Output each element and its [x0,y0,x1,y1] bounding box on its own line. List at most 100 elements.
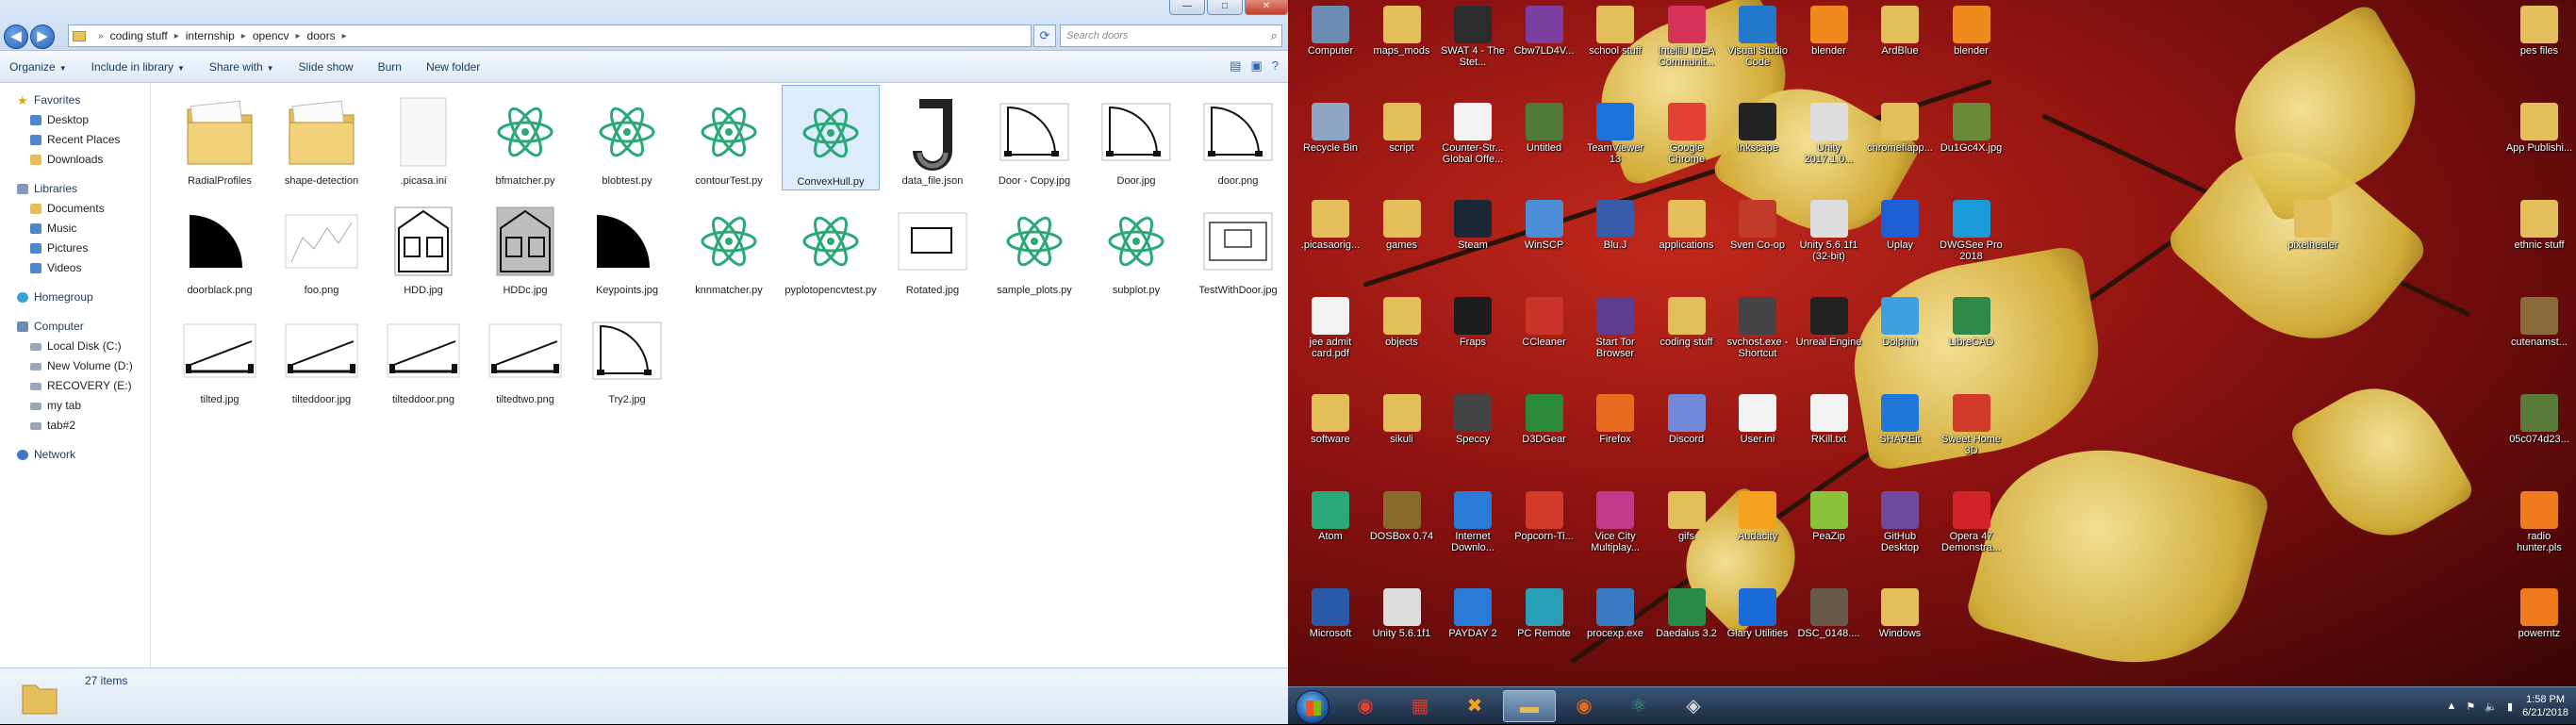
desktop-icon[interactable]: ethnic stuff [2504,200,2574,251]
file-item[interactable]: contourTest.py [680,85,778,190]
desktop-icon[interactable]: DSC_0148.... [1794,588,1864,639]
desktop-icon[interactable]: Popcorn-Ti... [1510,491,1579,542]
desktop-icon[interactable]: Discord [1652,394,1722,445]
desktop-icon[interactable]: Blu.J [1580,200,1650,251]
tool-icon[interactable]: ✖ [1448,690,1501,722]
minimize-button[interactable]: — [1169,0,1205,15]
desktop-icon[interactable]: Speccy [1438,394,1508,445]
desktop-icon[interactable]: CCleaner [1510,297,1579,348]
desktop-icon[interactable]: procexp.exe [1580,588,1650,639]
preview-pane-icon[interactable]: ▣ [1250,58,1262,74]
refresh-button[interactable]: ⟳ [1033,25,1056,47]
desktop-icon[interactable]: D3DGear [1510,394,1579,445]
slide-show-button[interactable]: Slide show [299,60,354,74]
file-item[interactable]: doorblack.png [171,194,269,300]
desktop-icon[interactable]: Vice City Multiplay... [1580,491,1650,553]
sidebar-item-documents[interactable]: Documents [0,199,150,219]
desktop-icon[interactable]: Start Tor Browser [1580,297,1650,359]
breadcrumb-item[interactable]: internship ▸ [186,29,253,42]
file-item[interactable]: bfmatcher.py [476,85,574,190]
desktop-icon[interactable]: LibreCAD [1937,297,2006,348]
sidebar-item-tab-2[interactable]: tab#2 [0,416,150,436]
desktop-icon[interactable]: Google Chrome [1652,103,1722,165]
desktop-icon[interactable]: TeamViewer 13 [1580,103,1650,165]
desktop-icon[interactable]: Visual Studio Code [1723,6,1792,68]
file-item[interactable]: knnmatcher.py [680,194,778,300]
desktop-icon[interactable]: User.ini [1723,394,1792,445]
sidebar-item-computer[interactable]: Computer [0,317,150,337]
desktop-icon[interactable]: Opera 47 Demonstra... [1937,491,2006,553]
breadcrumb-item[interactable]: opencv ▸ [253,29,307,42]
file-item[interactable]: tilteddoor.png [374,304,472,409]
file-item[interactable]: TestWithDoor.jpg [1189,194,1287,300]
atom-icon[interactable]: ⚛ [1612,690,1665,722]
desktop-icon[interactable]: Daedalus 3.2 [1652,588,1722,639]
desktop-icon[interactable]: PC Remote [1510,588,1579,639]
desktop-icon[interactable]: Unity 5.6.1f1 (32-bit) [1794,200,1864,262]
desktop-icon[interactable]: cutenamst... [2504,297,2574,348]
desktop-icon[interactable]: pixelhealer [2278,200,2348,251]
desktop-icon[interactable]: Fraps [1438,297,1508,348]
sidebar-item-local-disk-c[interactable]: Local Disk (C:) [0,337,150,356]
desktop-icon[interactable]: Unity 5.6.1f1 [1367,588,1437,639]
file-item[interactable]: shape-detection [272,85,371,190]
chrome-icon[interactable]: ◉ [1339,690,1392,722]
desktop-icon[interactable]: Recycle Bin [1296,103,1365,154]
sidebar-item-pictures[interactable]: Pictures [0,239,150,258]
close-button[interactable]: ✕ [1245,0,1288,15]
desktop-icon[interactable]: Uplay [1865,200,1935,251]
file-item[interactable]: data_file.json [883,85,982,190]
desktop-icon[interactable]: blender [1937,6,2006,57]
desktop-icon[interactable]: pes files [2504,6,2574,57]
sidebar-item-downloads[interactable]: Downloads [0,150,150,170]
desktop-icon[interactable]: radio hunter.pls [2504,491,2574,553]
file-item[interactable]: RadialProfiles [171,85,269,190]
sidebar-item-network[interactable]: Network [0,445,150,465]
desktop-icon[interactable]: SHAREit [1865,394,1935,445]
desktop-icon[interactable]: Cbw7LD4V... [1510,6,1579,57]
volume-icon[interactable]: 🔈 [2485,700,2498,713]
file-item[interactable]: .picasa.ini [374,85,472,190]
file-item[interactable]: ConvexHull.py [782,85,880,190]
help-icon[interactable]: ? [1272,58,1279,74]
firefox-icon[interactable]: ◉ [1558,690,1610,722]
desktop-icon[interactable]: Atom [1296,491,1365,542]
organize-button[interactable]: Organize ▼ [9,60,67,74]
desktop-icon[interactable]: App Publishi... [2504,103,2574,154]
app-icon[interactable]: ▦ [1394,690,1446,722]
desktop-icon[interactable]: DOSBox 0.74 [1367,491,1437,542]
file-item[interactable]: sample_plots.py [985,194,1083,300]
include-in-library-button[interactable]: Include in library ▼ [91,60,185,74]
show-hidden-icons-icon[interactable]: ▲ [2447,700,2457,712]
desktop-icon[interactable]: DWGSee Pro 2018 [1937,200,2006,262]
desktop-icon[interactable]: .picasaorig... [1296,200,1365,251]
network-icon[interactable]: ▮ [2507,700,2513,713]
desktop-icon[interactable]: Unity 2017.1.0... [1794,103,1864,165]
back-button[interactable]: ◀ [4,25,28,49]
sidebar-item-new-volume-d[interactable]: New Volume (D:) [0,356,150,376]
search-input[interactable]: Search doors ⌕ [1060,25,1282,47]
desktop-icon[interactable]: Steam [1438,200,1508,251]
file-item[interactable]: HDD.jpg [374,194,472,300]
file-item[interactable]: tilted.jpg [171,304,269,409]
desktop-icon[interactable]: svchost.exe - Shortcut [1723,297,1792,359]
desktop-icon[interactable]: games [1367,200,1437,251]
file-item[interactable]: Keypoints.jpg [578,194,676,300]
sidebar-item-videos[interactable]: Videos [0,258,150,278]
desktop-icon[interactable]: Dolphin [1865,297,1935,348]
desktop-icon[interactable]: Sven Co-op [1723,200,1792,251]
file-item[interactable]: pyplotopencvtest.py [782,194,880,300]
unity-icon[interactable]: ◈ [1667,690,1720,722]
start-button[interactable] [1296,690,1329,724]
sidebar-item-recovery-e[interactable]: RECOVERY (E:) [0,376,150,396]
desktop-icon[interactable]: PAYDAY 2 [1438,588,1508,639]
desktop-icon[interactable]: Internet Downlo... [1438,491,1508,553]
desktop-icon[interactable]: Untitled [1510,103,1579,154]
desktop-icon[interactable]: Audacity [1723,491,1792,542]
desktop-icon[interactable]: chromeflapp... [1865,103,1935,154]
file-item[interactable]: tiltеddoor.jpg [272,304,371,409]
desktop-icon[interactable]: blender [1794,6,1864,57]
share-with-button[interactable]: Share with ▼ [209,60,274,74]
desktop-icon[interactable]: maps_mods [1367,6,1437,57]
burn-button[interactable]: Burn [378,60,402,74]
